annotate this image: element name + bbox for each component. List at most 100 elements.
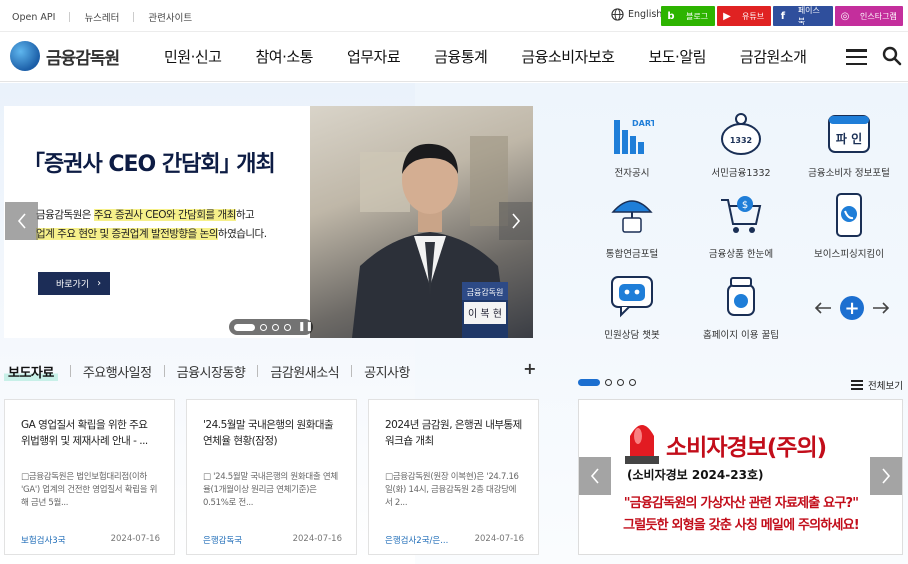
- quick-link-products[interactable]: $ 금융상품 한눈에: [691, 190, 791, 260]
- tab-press-release[interactable]: 보도자료: [4, 361, 58, 381]
- instagram-button[interactable]: ◎ 인스타그램: [835, 6, 903, 26]
- nav-press[interactable]: 보도·알림: [648, 46, 706, 67]
- search-icon[interactable]: [882, 46, 902, 66]
- pager-dot[interactable]: [284, 323, 291, 331]
- speaker-photo: 금융감독원 이 복 현: [352, 136, 508, 338]
- nav-complaints[interactable]: 민원·신고: [164, 46, 222, 67]
- desc-text: 하였습니다.: [217, 228, 267, 240]
- alert-title: 소비자경보(주의): [666, 435, 827, 461]
- svg-text:파 인: 파 인: [836, 131, 862, 146]
- umbrella-icon: [611, 200, 653, 233]
- banner-next-button[interactable]: [499, 202, 532, 240]
- desc-text: 하고: [235, 209, 255, 221]
- view-all-label: 전체보기: [868, 381, 903, 392]
- globe-icon: [611, 8, 624, 21]
- arrow-right-icon[interactable]: [872, 302, 890, 314]
- banner-headline: ｢증권사 CEO 간담회｣ 개최: [34, 152, 276, 177]
- menu-icon[interactable]: [846, 49, 867, 65]
- tab-notices[interactable]: 공지사항: [364, 362, 410, 381]
- desc-text: 금융감독원은: [36, 209, 94, 221]
- news-card-date: 2024-07-16: [292, 534, 342, 544]
- quick-link-label: 전자공시: [614, 168, 650, 179]
- news-card-meta: 은행감독국 2024-07-16: [203, 534, 342, 546]
- add-quick-link-button[interactable]: +: [840, 296, 864, 320]
- news-card[interactable]: '24.5월말 국내은행의 원화대출 연체율 현황(잠정) □ '24.5월말 …: [186, 399, 357, 555]
- alert-subtitle: (소비자경보 2024-23호): [627, 468, 764, 482]
- open-api-link[interactable]: Open API: [12, 12, 55, 23]
- phone-icon: [836, 193, 862, 237]
- nameplate-org: 금융감독원: [467, 287, 504, 297]
- newsletter-link[interactable]: 뉴스레터: [84, 10, 119, 24]
- chevron-left-icon: [17, 213, 26, 229]
- chevron-right-icon: [511, 213, 520, 229]
- nav-participation[interactable]: 참여·소통: [255, 46, 313, 67]
- nav-consumer-protection[interactable]: 금융소비자보호: [521, 46, 615, 67]
- quick-link-1332[interactable]: 1332 서민금융1332: [691, 109, 791, 179]
- nav-work-materials[interactable]: 업무자료: [347, 46, 401, 67]
- pager-dot[interactable]: [629, 379, 636, 386]
- honey-jar-icon: [727, 277, 755, 316]
- news-card-title: 2024년 금감원, 은행권 내부통제 워크숍 개최: [385, 419, 522, 447]
- fss-logo-icon: [10, 41, 40, 71]
- youtube-button[interactable]: ▶ 유튜브: [717, 6, 771, 26]
- go-label: 바로가기: [56, 280, 90, 290]
- chevron-right-icon: [882, 468, 891, 484]
- svg-text:DART: DART: [632, 119, 654, 128]
- quick-link-nav: +: [814, 296, 890, 320]
- alert-line: 그럴듯한 외형을 갖춘 사칭 메일에 주의하세요!: [623, 518, 860, 533]
- facebook-button[interactable]: f 페이스북: [773, 6, 833, 26]
- nav-financial-statistics[interactable]: 금융통계: [434, 46, 488, 67]
- news-card-category: 보험검사3국: [21, 536, 66, 546]
- site-logo[interactable]: 금융감독원: [10, 41, 120, 71]
- language-switch[interactable]: English: [611, 8, 662, 21]
- news-card-category: 은행검사2국/은...: [385, 536, 449, 546]
- view-all-button[interactable]: 전체보기: [851, 378, 903, 392]
- alert-next-button[interactable]: [870, 457, 902, 495]
- quick-link-tips[interactable]: 홈페이지 이용 꿀팁: [691, 271, 791, 341]
- sns-label: 페이스북: [797, 6, 820, 26]
- chevron-right-icon: ›: [97, 278, 102, 289]
- dart-icon: DART: [614, 119, 654, 154]
- quick-link-dart[interactable]: DART 전자공시: [582, 109, 682, 179]
- main-header: 금융감독원 민원·신고 참여·소통 업무자료 금융통계 금융소비자보호 보도·알…: [0, 32, 908, 82]
- pager-dot-active[interactable]: [234, 323, 256, 331]
- shopping-cart-icon: $: [721, 196, 762, 233]
- youtube-icon: ▶: [723, 10, 731, 22]
- related-sites-link[interactable]: 관련사이트: [148, 10, 192, 24]
- pager-dot-active[interactable]: [578, 379, 600, 386]
- tab-fss-news[interactable]: 금감원새소식: [270, 362, 339, 381]
- logo-text: 금융감독원: [46, 48, 120, 69]
- tab-events[interactable]: 주요행사일정: [83, 362, 152, 381]
- language-label: English: [628, 9, 663, 20]
- quick-link-fine[interactable]: 파 인 금융소비자 정보포털: [799, 109, 899, 179]
- side-banner-pager: [578, 379, 636, 386]
- quick-link-voice-phishing[interactable]: 보이스피싱지킴이: [799, 190, 899, 260]
- quick-link-label: 보이스피싱지킴이: [814, 249, 884, 260]
- pager-dot[interactable]: [260, 323, 268, 331]
- news-card-title: GA 영업질서 확립을 위한 주요 위법행위 및 제재사례 안내 - ...: [21, 419, 148, 447]
- nav-about[interactable]: 금감원소개: [740, 46, 807, 67]
- divider: [257, 365, 259, 377]
- divider: [69, 12, 71, 22]
- quick-link-pension[interactable]: 통합연금포털: [582, 190, 682, 260]
- quick-link-chatbot[interactable]: 민원상담 챗봇: [582, 271, 682, 341]
- alert-prev-button[interactable]: [579, 457, 611, 495]
- pager-dot[interactable]: [617, 379, 624, 386]
- tab-market-trends[interactable]: 금융시장동향: [177, 362, 246, 381]
- consumer-alert-banner[interactable]: 소비자경보(주의) (소비자경보 2024-23호) "금융감독원의 가상자산 …: [578, 399, 903, 555]
- news-card-date: 2024-07-16: [474, 534, 524, 544]
- news-card[interactable]: 2024년 금감원, 은행권 내부통제 워크숍 개최 □금융감독원(원장 이복현…: [368, 399, 539, 555]
- fine-portal-icon: 파 인: [828, 115, 870, 153]
- news-card[interactable]: GA 영업질서 확립을 위한 주요 위법행위 및 제재사례 안내 - ... □…: [4, 399, 175, 555]
- news-card-summary: □금융감독원은 법인보험대리점(이하 'GA') 업계의 건전한 영업질서 확립…: [21, 472, 158, 508]
- pager-dot[interactable]: [272, 323, 280, 331]
- arrow-left-icon[interactable]: [814, 302, 832, 314]
- pager-dot[interactable]: [605, 379, 612, 386]
- divider: [163, 365, 165, 377]
- pause-icon[interactable]: ❚❚: [298, 322, 313, 332]
- blog-button[interactable]: b 블로그: [661, 6, 715, 26]
- banner-go-button[interactable]: 바로가기 ›: [38, 272, 110, 295]
- banner-prev-button[interactable]: [5, 202, 38, 240]
- more-news-button[interactable]: +: [523, 359, 536, 378]
- quick-link-label: 금융소비자 정보포털: [808, 168, 890, 179]
